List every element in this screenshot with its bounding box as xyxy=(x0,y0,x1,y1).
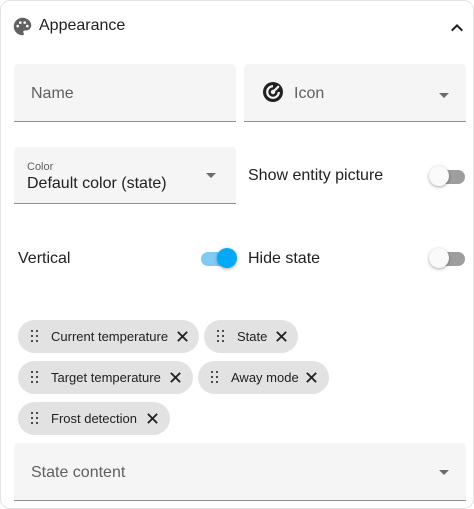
drag-handle-icon[interactable] xyxy=(31,412,40,425)
color-label: Color xyxy=(27,161,54,173)
color-select[interactable]: Color Default color (state) xyxy=(14,147,236,204)
close-icon[interactable] xyxy=(305,371,318,384)
icon-picker[interactable]: Icon xyxy=(244,64,466,122)
chip-label: Current temperature xyxy=(51,329,169,344)
palette-icon xyxy=(13,17,32,36)
show-entity-picture-label: Show entity picture xyxy=(248,167,384,184)
dropdown-arrow-icon xyxy=(439,93,449,98)
drag-handle-icon[interactable] xyxy=(31,330,40,343)
dropdown-arrow-icon xyxy=(206,173,216,178)
close-icon[interactable] xyxy=(146,412,159,425)
close-icon[interactable] xyxy=(275,330,288,343)
hide-state-label: Hide state xyxy=(248,250,321,267)
chevron-up-icon[interactable] xyxy=(448,19,466,37)
color-value: Default color (state) xyxy=(27,175,167,192)
appearance-header[interactable]: Appearance xyxy=(1,1,473,53)
vertical-switch[interactable] xyxy=(199,247,237,269)
gauge-icon xyxy=(263,82,283,102)
chip-state[interactable]: State xyxy=(204,320,298,353)
name-placeholder: Name xyxy=(31,85,74,102)
show-entity-picture-switch[interactable] xyxy=(429,165,467,187)
switch-thumb xyxy=(217,248,237,268)
close-icon[interactable] xyxy=(176,330,189,343)
chip-target-temperature[interactable]: Target temperature xyxy=(18,361,193,394)
chip-frost-detection[interactable]: Frost detection xyxy=(18,402,170,435)
state-content-select[interactable]: State content xyxy=(14,443,466,501)
state-content-placeholder: State content xyxy=(31,464,126,481)
chip-label: Away mode xyxy=(231,370,299,385)
chip-current-temperature[interactable]: Current temperature xyxy=(18,320,199,353)
section-title: Appearance xyxy=(39,17,126,34)
chip-away-mode[interactable]: Away mode xyxy=(198,361,329,394)
chip-label: State xyxy=(237,329,268,344)
appearance-card: Appearance Name Icon Color Default color… xyxy=(0,0,474,509)
hide-state-switch[interactable] xyxy=(429,247,467,269)
switch-thumb xyxy=(429,166,449,186)
icon-placeholder: Icon xyxy=(294,85,325,102)
vertical-label: Vertical xyxy=(18,250,71,267)
chip-label: Frost detection xyxy=(51,411,137,426)
chip-label: Target temperature xyxy=(51,370,161,385)
switch-thumb xyxy=(429,248,449,268)
close-icon[interactable] xyxy=(169,371,182,384)
drag-handle-icon[interactable] xyxy=(211,371,220,384)
dropdown-arrow-icon xyxy=(439,470,449,475)
drag-handle-icon[interactable] xyxy=(31,371,40,384)
drag-handle-icon[interactable] xyxy=(217,330,226,343)
name-input[interactable]: Name xyxy=(14,64,236,122)
